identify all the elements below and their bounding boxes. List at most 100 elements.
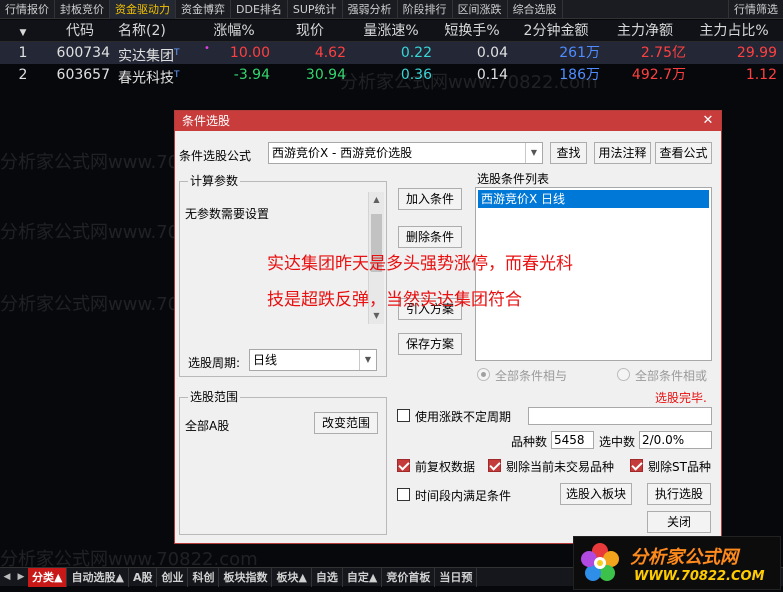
- btab-jingjia-shouban[interactable]: 竞价首板: [382, 567, 436, 587]
- btab-bankuai-zhishu[interactable]: 板块指数: [219, 567, 273, 587]
- flower-logo-icon: [581, 543, 619, 581]
- usage-notes-button[interactable]: 用法注释: [594, 142, 651, 164]
- chevron-down-icon[interactable]: ▼: [359, 350, 376, 370]
- range-title: 选股范围: [188, 390, 241, 404]
- delete-condition-button[interactable]: 删除条件: [398, 226, 462, 248]
- formula-label: 条件选股公式: [179, 149, 252, 163]
- close-button[interactable]: 关闭: [647, 511, 711, 533]
- count-label: 品种数: [511, 435, 548, 449]
- btab-kechuang[interactable]: 科创: [188, 567, 220, 587]
- header-speed[interactable]: 量涨速%: [348, 20, 434, 42]
- condition-listbox[interactable]: 西游竞价X 日线: [475, 187, 712, 361]
- header-ratio[interactable]: 主力占比%: [688, 20, 780, 42]
- formula-select[interactable]: 西游竞价X - 西游竞价选股 ▼: [268, 142, 543, 164]
- tab-zonghe[interactable]: 综合选股: [508, 0, 563, 19]
- tab-hangqing-shaixuan[interactable]: 行情筛选: [728, 0, 783, 19]
- btab-agu[interactable]: A股: [129, 567, 158, 587]
- header-net[interactable]: 主力净额: [602, 20, 688, 42]
- table-row[interactable]: 2 603657 春光科技T -3.94 30.94 0.36 0.14 186…: [0, 64, 783, 86]
- remove-st-checkbox[interactable]: [630, 459, 643, 472]
- tab-qiangruo[interactable]: 强弱分析: [343, 0, 398, 19]
- row-price: 4.62: [314, 45, 346, 61]
- condition-list-item[interactable]: 西游竞价X 日线: [478, 190, 709, 208]
- uncertain-period-field[interactable]: [528, 407, 712, 425]
- header-turnover[interactable]: 短换手%: [434, 20, 510, 42]
- execute-select-button[interactable]: 执行选股: [647, 483, 711, 505]
- remove-st-label: 剔除ST品种: [648, 460, 711, 474]
- tab-fengban[interactable]: 封板竞价: [55, 0, 110, 19]
- header-code[interactable]: 代码: [46, 20, 114, 42]
- row-pct: -3.94: [233, 67, 270, 83]
- header-name[interactable]: 名称(2): [114, 20, 196, 42]
- view-formula-button[interactable]: 查看公式: [655, 142, 712, 164]
- chevron-up-icon[interactable]: ▲: [369, 192, 384, 208]
- row-net: 2.75亿: [640, 45, 686, 61]
- tab-dde[interactable]: DDE排名: [231, 0, 288, 19]
- row-ratio: 1.12: [745, 67, 777, 83]
- save-plan-button[interactable]: 保存方案: [398, 333, 462, 355]
- tab-jieduan[interactable]: 阶段排行: [398, 0, 453, 19]
- calc-params-title: 计算参数: [188, 174, 241, 188]
- row-turnover: 0.04: [476, 45, 508, 61]
- row-index: 2: [18, 67, 28, 83]
- row-amount: 261万: [559, 45, 600, 61]
- header-index-arrow[interactable]: ▼: [0, 20, 46, 42]
- period-select-value: 日线: [253, 353, 278, 367]
- add-condition-button[interactable]: 加入条件: [398, 188, 462, 210]
- chevron-right-icon[interactable]: ▶: [14, 568, 28, 587]
- tab-hangqing[interactable]: 行情报价: [0, 0, 55, 19]
- btab-chuangye[interactable]: 创业: [157, 567, 189, 587]
- change-range-button[interactable]: 改变范围: [314, 412, 378, 434]
- tab-sup[interactable]: SUP统计: [288, 0, 343, 19]
- range-group: 选股范围 全部A股 改变范围: [179, 390, 387, 535]
- condition-select-dialog: 条件选股 ✕ 条件选股公式 西游竞价X - 西游竞价选股 ▼ 查找 用法注释 查…: [174, 110, 722, 544]
- time-period-checkbox[interactable]: [397, 488, 410, 501]
- table-header: ▼ 代码 名称(2) 涨幅% 现价 量涨速% 短换手% 2分钟金额 主力净额 主…: [0, 20, 783, 42]
- row-code: 603657: [56, 67, 110, 83]
- uncertain-period-label: 使用涨跌不定周期: [415, 410, 512, 424]
- period-label: 选股周期:: [188, 356, 241, 370]
- row-speed: 0.22: [400, 45, 432, 61]
- annotation-line-1: 实达集团昨天是多头强势涨停，而春光科: [267, 254, 573, 274]
- row-net: 492.7万: [631, 67, 686, 83]
- stock-table: ▼ 代码 名称(2) 涨幅% 现价 量涨速% 短换手% 2分钟金额 主力净额 主…: [0, 20, 783, 86]
- row-speed: 0.36: [400, 67, 432, 83]
- btab-ziding[interactable]: 自定▲: [343, 567, 383, 587]
- chevron-down-icon[interactable]: ▼: [525, 143, 542, 163]
- remove-no-trade-label: 剔除当前未交易品种: [506, 460, 615, 474]
- selected-label: 选中数: [599, 435, 636, 449]
- tab-zijin-boyi[interactable]: 资金博弈: [176, 0, 231, 19]
- dialog-title-bar[interactable]: 条件选股 ✕: [175, 111, 721, 131]
- header-price[interactable]: 现价: [272, 20, 348, 42]
- btab-zidong-xuangu[interactable]: 自动选股▲: [67, 567, 129, 587]
- chevron-down-icon[interactable]: ▼: [369, 308, 384, 324]
- time-period-label: 时间段内满足条件: [415, 489, 512, 503]
- remove-no-trade-checkbox[interactable]: [488, 459, 501, 472]
- logo-url: WWW.70822.COM: [634, 569, 765, 584]
- annotation-line-2: 技是超跌反弹，当然实达集团符合: [267, 290, 522, 310]
- uncertain-period-checkbox[interactable]: [397, 409, 410, 422]
- row-name-text: 春光科技: [118, 70, 174, 86]
- period-select[interactable]: 日线 ▼: [249, 349, 377, 371]
- site-logo: 分析家公式网 WWW.70822.COM: [573, 536, 781, 590]
- and-all-label: 全部条件相与: [495, 369, 568, 383]
- header-amount[interactable]: 2分钟金额: [510, 20, 602, 42]
- or-all-radio[interactable]: [617, 368, 630, 381]
- table-row[interactable]: 1 600734 实达集团T • 10.00 4.62 0.22 0.04 26…: [0, 42, 783, 64]
- close-icon[interactable]: ✕: [700, 111, 716, 131]
- tab-zijin-qudong[interactable]: 资金驱动力: [110, 0, 176, 19]
- chevron-left-icon[interactable]: ◀: [0, 568, 14, 587]
- btab-dangri-yu[interactable]: 当日预: [435, 567, 478, 587]
- btab-zixuan[interactable]: 自选: [312, 567, 343, 587]
- select-to-block-button[interactable]: 选股入板块: [560, 483, 632, 505]
- tab-qujian[interactable]: 区间涨跌: [453, 0, 508, 19]
- top-tab-bar: 行情报价 封板竞价 资金驱动力 资金博弈 DDE排名 SUP统计 强弱分析 阶段…: [0, 0, 783, 19]
- find-button[interactable]: 查找: [550, 142, 587, 164]
- or-all-label: 全部条件相或: [635, 369, 708, 383]
- calc-params-group: 计算参数 无参数需要设置 ▲ ▼ 选股周期: 日线 ▼: [179, 174, 387, 377]
- and-all-radio[interactable]: [477, 368, 490, 381]
- btab-fenlei[interactable]: 分类▲: [28, 567, 68, 587]
- done-status: 选股完毕.: [655, 391, 707, 405]
- pre-adjust-checkbox[interactable]: [397, 459, 410, 472]
- btab-bankuai[interactable]: 板块▲: [272, 567, 312, 587]
